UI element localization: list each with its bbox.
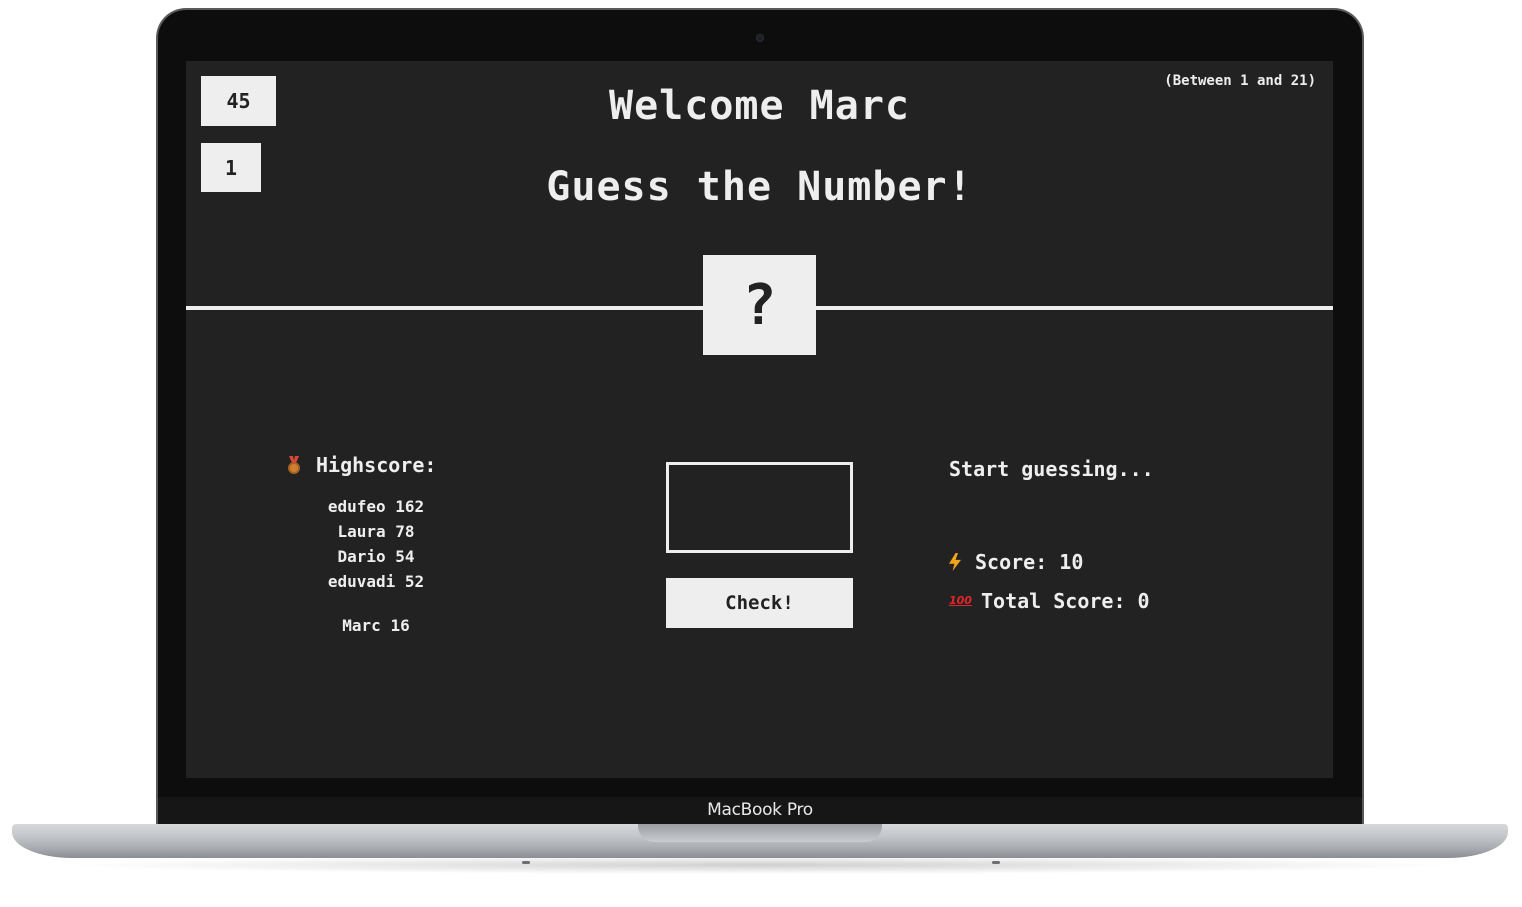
- status-message: Start guessing...: [949, 457, 1154, 481]
- medal-icon: [286, 456, 302, 474]
- check-button[interactable]: Check!: [666, 578, 853, 628]
- hundred-points-icon: 100: [949, 594, 972, 607]
- laptop-notch: [638, 824, 882, 842]
- score-label: Score: 10: [975, 550, 1084, 574]
- laptop-foot: [522, 861, 530, 864]
- total-score-label: Total Score: 0: [981, 589, 1150, 613]
- bolt-icon: [949, 553, 961, 571]
- page-title: Guess the Number!: [546, 164, 973, 210]
- highscore-heading: Highscore:: [286, 453, 436, 477]
- device-brand-label: MacBook Pro: [707, 800, 813, 820]
- list-item: edufeo 162: [327, 497, 425, 516]
- list-item: eduvadi 52: [327, 572, 425, 591]
- laptop-foot: [992, 861, 1000, 864]
- camera-icon: [756, 34, 764, 42]
- secret-number-box: ?: [703, 255, 816, 355]
- score-stat: Score: 10: [949, 550, 1083, 574]
- total-score-stat: 100 Total Score: 0: [949, 589, 1150, 613]
- highscore-list: edufeo 162 Laura 78 Dario 54 eduvadi 52: [286, 494, 466, 594]
- laptop-shadow: [60, 856, 1460, 874]
- list-item: Dario 54: [337, 547, 415, 566]
- highscore-label: Highscore:: [316, 453, 437, 477]
- game-screen: 45 1 (Between 1 and 21) Welcome Marc Gue…: [186, 61, 1333, 778]
- list-item: Laura 78: [337, 522, 415, 541]
- welcome-heading: Welcome Marc: [609, 83, 910, 129]
- current-player-score: Marc 16: [342, 616, 410, 635]
- guess-input[interactable]: [666, 462, 853, 553]
